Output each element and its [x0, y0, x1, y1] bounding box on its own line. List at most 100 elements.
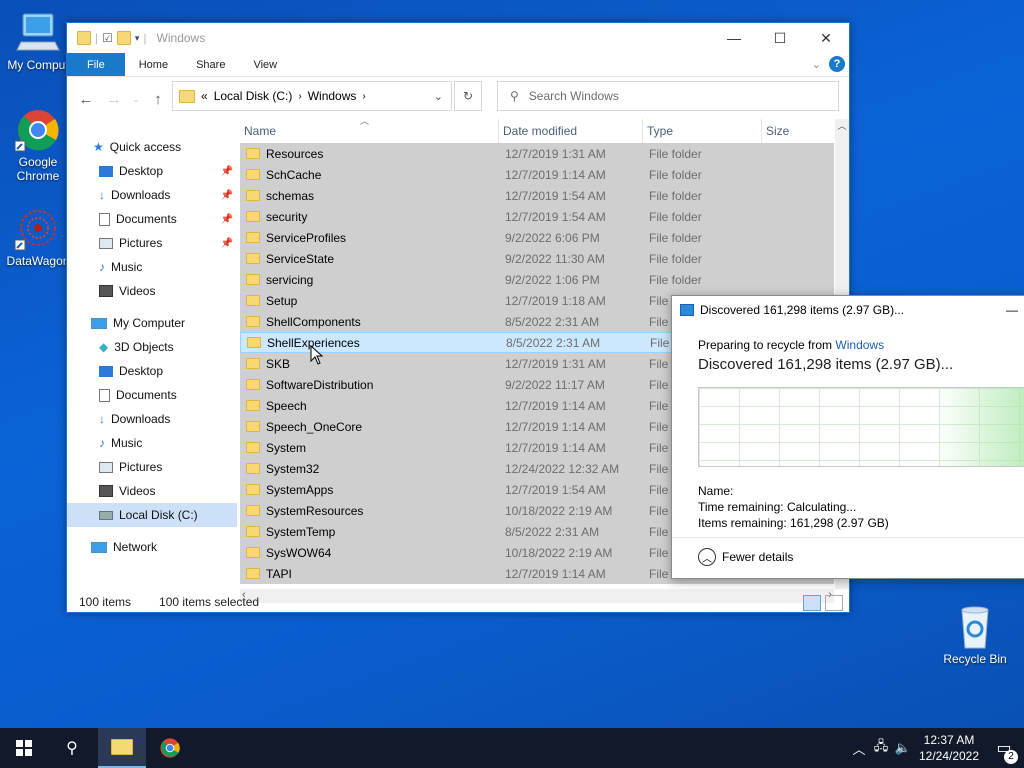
nav-music[interactable]: ♪ Music — [67, 431, 237, 455]
expand-ribbon-icon[interactable]: ⌄ — [812, 58, 821, 71]
nav-downloads[interactable]: ↓ Downloads — [67, 407, 237, 431]
dialog-title-bar[interactable]: Discovered 161,298 items (2.97 GB)... — [672, 296, 1024, 324]
date-modified-cell: 8/5/2022 2:31 AM — [505, 524, 600, 539]
start-button[interactable] — [0, 728, 48, 768]
nav-quick-documents[interactable]: Documents 📌 — [67, 207, 237, 231]
computer-icon — [15, 10, 61, 56]
nav-quick-music[interactable]: ♪ Music — [67, 255, 237, 279]
pin-icon[interactable]: 📌 — [221, 238, 233, 249]
table-row[interactable]: schemas 12/7/2019 1:54 AM File folder — [240, 185, 834, 206]
nav-local-disk[interactable]: Local Disk (C:) — [67, 503, 237, 527]
desktop-icon-chrome[interactable]: Google Chrome — [0, 107, 76, 183]
pin-icon[interactable]: 📌 — [221, 166, 233, 177]
pin-icon[interactable]: 📌 — [221, 190, 233, 201]
nav-documents[interactable]: Documents — [67, 383, 237, 407]
address-bar[interactable]: « Local Disk (C:) › Windows › ⌄ — [172, 81, 452, 111]
large-icons-view-button[interactable] — [825, 595, 843, 611]
nav-desktop[interactable]: Desktop — [67, 359, 237, 383]
up-button[interactable]: ↑ — [147, 91, 169, 108]
table-row[interactable]: Resources 12/7/2019 1:31 AM File folder — [240, 143, 834, 164]
column-name[interactable]: Name — [240, 119, 499, 143]
folder-icon — [246, 358, 260, 369]
breadcrumb-local-disk[interactable]: Local Disk (C:) — [214, 89, 293, 103]
folder-icon — [247, 337, 261, 348]
help-icon[interactable]: ? — [829, 56, 845, 72]
taskbar-chrome[interactable] — [146, 728, 194, 768]
type-cell: File folder — [649, 188, 702, 203]
scroll-up-icon[interactable]: ︿ — [835, 119, 849, 132]
nav-quick-desktop[interactable]: Desktop 📌 — [67, 159, 237, 183]
fewer-details-button[interactable]: ︿ Fewer details — [698, 548, 793, 566]
desktop-icon-recycle-bin[interactable]: Recycle Bin — [937, 604, 1013, 666]
chevron-right-icon[interactable]: › — [362, 91, 365, 102]
table-row[interactable]: servicing 9/2/2022 1:06 PM File folder — [240, 269, 834, 290]
search-icon: ⚲ — [510, 89, 519, 103]
quick-access-toolbar: | ☑ ▾ | — [77, 31, 147, 45]
date-modified-cell: 8/5/2022 2:31 AM — [506, 335, 601, 350]
address-dropdown-icon[interactable]: ⌄ — [434, 90, 443, 103]
details-view-button[interactable] — [803, 595, 821, 611]
pin-icon[interactable]: 📌 — [221, 214, 233, 225]
column-size[interactable]: Size — [762, 119, 834, 143]
nav-videos[interactable]: Videos — [67, 479, 237, 503]
column-headers: ︿ Name Date modified Type Size — [240, 119, 834, 143]
properties-icon[interactable]: ☑ — [102, 31, 113, 45]
chevron-right-icon[interactable]: › — [298, 91, 301, 102]
show-hidden-icons-icon[interactable]: ︿ — [848, 739, 870, 758]
nav-label: Documents — [116, 388, 177, 402]
date-modified-cell: 12/7/2019 1:14 AM — [505, 167, 606, 182]
date-modified-cell: 10/18/2022 2:19 AM — [505, 503, 613, 518]
folder-icon — [246, 505, 260, 516]
nav-pictures[interactable]: Pictures — [67, 455, 237, 479]
source-folder-link[interactable]: Windows — [835, 338, 884, 352]
taskbar-file-explorer[interactable] — [98, 728, 146, 768]
search-button[interactable]: ⚲ — [48, 728, 96, 768]
table-row[interactable]: ServiceState 9/2/2022 11:30 AM File folder — [240, 248, 834, 269]
nav-quick-downloads[interactable]: ↓ Downloads 📌 — [67, 183, 237, 207]
volume-icon[interactable]: 🔈 — [892, 740, 914, 756]
forward-button[interactable]: → — [103, 91, 125, 108]
sort-ascending-icon: ︿ — [360, 119, 370, 126]
table-row[interactable]: SchCache 12/7/2019 1:14 AM File folder — [240, 164, 834, 185]
network-icon[interactable]: 🖧 — [870, 737, 892, 759]
customize-toolbar-icon[interactable]: ▾ — [135, 33, 140, 44]
dialog-minimize-button[interactable]: — — [994, 296, 1024, 324]
tab-home[interactable]: Home — [125, 53, 182, 76]
minimize-button[interactable]: — — [711, 23, 757, 53]
type-cell: File folder — [649, 251, 702, 266]
tab-view[interactable]: View — [239, 53, 291, 76]
nav-label: My Computer — [113, 316, 186, 330]
file-name-cell: ShellExperiences — [241, 336, 500, 350]
nav-network[interactable]: Network — [67, 535, 237, 559]
new-folder-icon[interactable] — [116, 31, 131, 45]
nav-label: Documents — [116, 212, 177, 226]
folder-icon — [246, 232, 260, 243]
file-name-cell: ServiceProfiles — [240, 231, 499, 245]
recent-locations-icon[interactable]: ⌄ — [131, 94, 141, 105]
breadcrumb-windows[interactable]: Windows — [308, 89, 357, 103]
column-type[interactable]: Type — [643, 119, 762, 143]
tab-file[interactable]: File — [67, 53, 125, 76]
desktop-icon-datawagon[interactable]: DataWagon — [0, 206, 76, 268]
title-bar[interactable]: | ☑ ▾ | Windows — ☐ ✕ — [67, 23, 849, 53]
search-input[interactable]: ⚲ Search Windows — [497, 81, 839, 111]
nav-3d-objects[interactable]: ◆ 3D Objects — [67, 335, 237, 359]
back-button[interactable]: ← — [75, 91, 97, 108]
table-row[interactable]: security 12/7/2019 1:54 AM File folder — [240, 206, 834, 227]
nav-quick-pictures[interactable]: Pictures 📌 — [67, 231, 237, 255]
table-row[interactable]: ServiceProfiles 9/2/2022 6:06 PM File fold… — [240, 227, 834, 248]
horizontal-scrollbar[interactable]: ‹ › — [240, 589, 834, 603]
desktop-icon-my-computer[interactable]: My Comput — [0, 10, 76, 72]
nav-quick-videos[interactable]: Videos — [67, 279, 237, 303]
notification-center-button[interactable]: ▭ 2 — [984, 738, 1024, 764]
refresh-button[interactable]: ↻ — [454, 81, 482, 111]
column-date-modified[interactable]: Date modified — [499, 119, 643, 143]
breadcrumb-prefix[interactable]: « — [201, 89, 208, 103]
tab-share[interactable]: Share — [182, 53, 239, 76]
recycle-progress-dialog[interactable]: Discovered 161,298 items (2.97 GB)... — … — [671, 295, 1024, 579]
nav-quick-access[interactable]: ★ Quick access — [67, 135, 237, 159]
maximize-button[interactable]: ☐ — [757, 23, 803, 53]
nav-my-computer[interactable]: My Computer — [67, 311, 237, 335]
clock[interactable]: 12:37 AM 12/24/2022 — [914, 732, 984, 764]
close-button[interactable]: ✕ — [803, 23, 849, 53]
